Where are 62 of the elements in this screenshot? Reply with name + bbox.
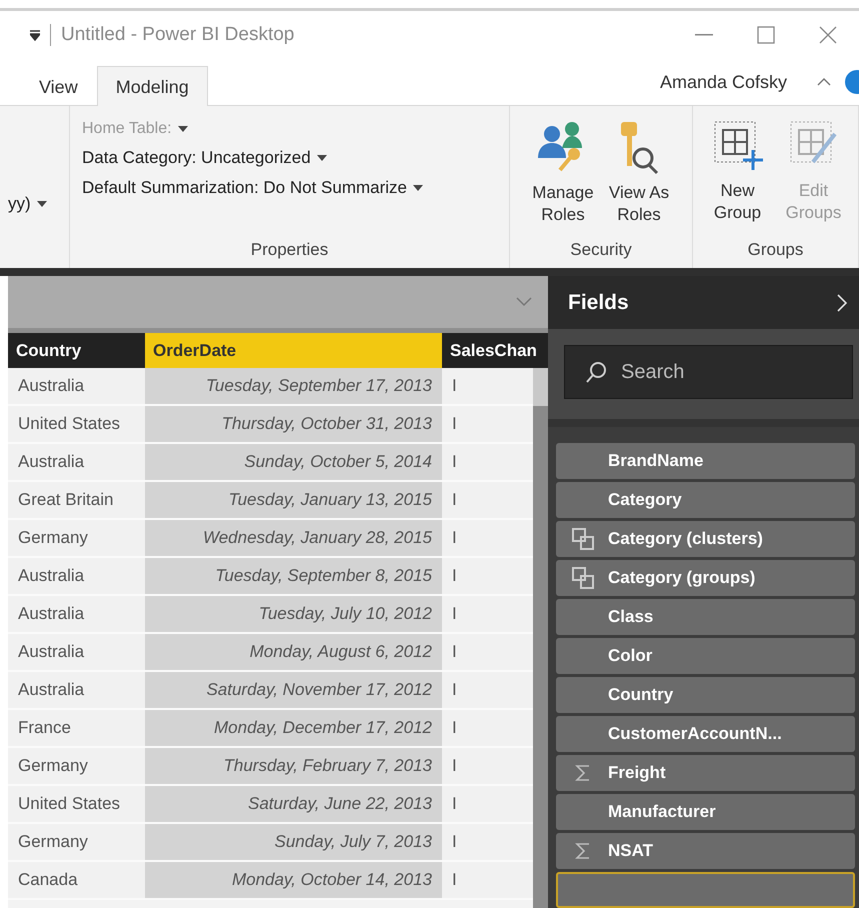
table-cell: Sunday, July 7, 2013 [145,824,442,862]
window-title: Untitled - Power BI Desktop [61,24,294,46]
quick-access-icon [30,29,40,41]
ribbon-tab[interactable]: View [20,66,97,106]
sigma-icon [575,764,591,782]
column-header[interactable]: Country [8,333,145,368]
table-cell: Monday, October 14, 2013 [145,862,442,900]
field-item[interactable]: Country [556,677,855,713]
table-cell: Saturday, June 22, 2013 [145,786,442,824]
table-cell: Saturday, November 17, 2012 [145,672,442,710]
field-item[interactable]: Color [556,638,855,674]
table-cell: Tuesday, January 13, 2015 [145,482,442,520]
table-cell: Wednesday, January 28, 2015 [145,520,442,558]
column-header[interactable]: SalesChan [442,333,548,368]
pane-title: Fields [568,290,629,314]
field-item[interactable]: Category (groups) [556,560,855,596]
help-icon[interactable] [845,70,859,94]
ribbon-text: yy) [8,194,31,214]
minimize-icon[interactable] [695,34,713,36]
ribbon-button[interactable]: Manage Roles [527,120,599,240]
caret-icon [413,185,424,191]
maximize-icon[interactable] [757,26,775,44]
field-item[interactable] [556,872,855,908]
chevron-right-icon[interactable] [837,294,847,312]
table-cell: Tuesday, September 17, 2013 [145,368,442,406]
search-icon [585,361,607,383]
group-label: Groups [746,240,804,261]
scrollbar[interactable] [533,368,548,908]
field-item[interactable]: CustomerAccountN... [556,716,855,752]
collapse-icon[interactable] [817,78,831,86]
table-cell: Tuesday, September 8, 2015 [145,558,442,596]
group-label: Security [569,240,633,261]
ribbon-button[interactable]: View As Roles [603,120,675,240]
field-item[interactable]: Class [556,599,855,635]
table-cell: Thursday, October 31, 2013 [145,406,442,444]
table-cell: Monday, December 17, 2012 [145,710,442,748]
field-item[interactable]: BrandName [556,443,855,479]
group-icon [571,566,595,590]
field-item[interactable]: NSAT [556,833,855,869]
chevron-down-icon[interactable] [516,297,532,307]
user-name: Amanda Cofsky [660,72,787,92]
group-label: Properties [250,240,330,261]
field-item[interactable]: Category [556,482,855,518]
table-cell: Monday, August 6, 2012 [145,634,442,672]
sigma-icon [575,842,591,860]
ribbon-tab[interactable]: Modeling [96,66,208,106]
column-header[interactable]: OrderDate [145,333,442,368]
table-cell: Tuesday, July 10, 2012 [145,596,442,634]
caret-icon [178,126,188,132]
close-icon[interactable] [819,26,837,44]
field-item[interactable]: Freight [556,755,855,791]
field-item[interactable]: Manufacturer [556,794,855,830]
table-cell: Sunday, October 5, 2014 [145,444,442,482]
caret-icon [316,155,327,161]
group-icon [571,527,595,551]
caret-icon [36,201,47,207]
ribbon-button[interactable]: New Group [702,120,774,240]
search-field[interactable]: Search [564,345,853,399]
property-dropdown[interactable]: Data Category: Uncategorized [82,148,311,168]
field-item[interactable]: Category (clusters) [556,521,855,557]
table-cell: Thursday, February 7, 2013 [145,748,442,786]
property-dropdown[interactable]: Default Summarization: Do Not Summarize [82,178,408,198]
